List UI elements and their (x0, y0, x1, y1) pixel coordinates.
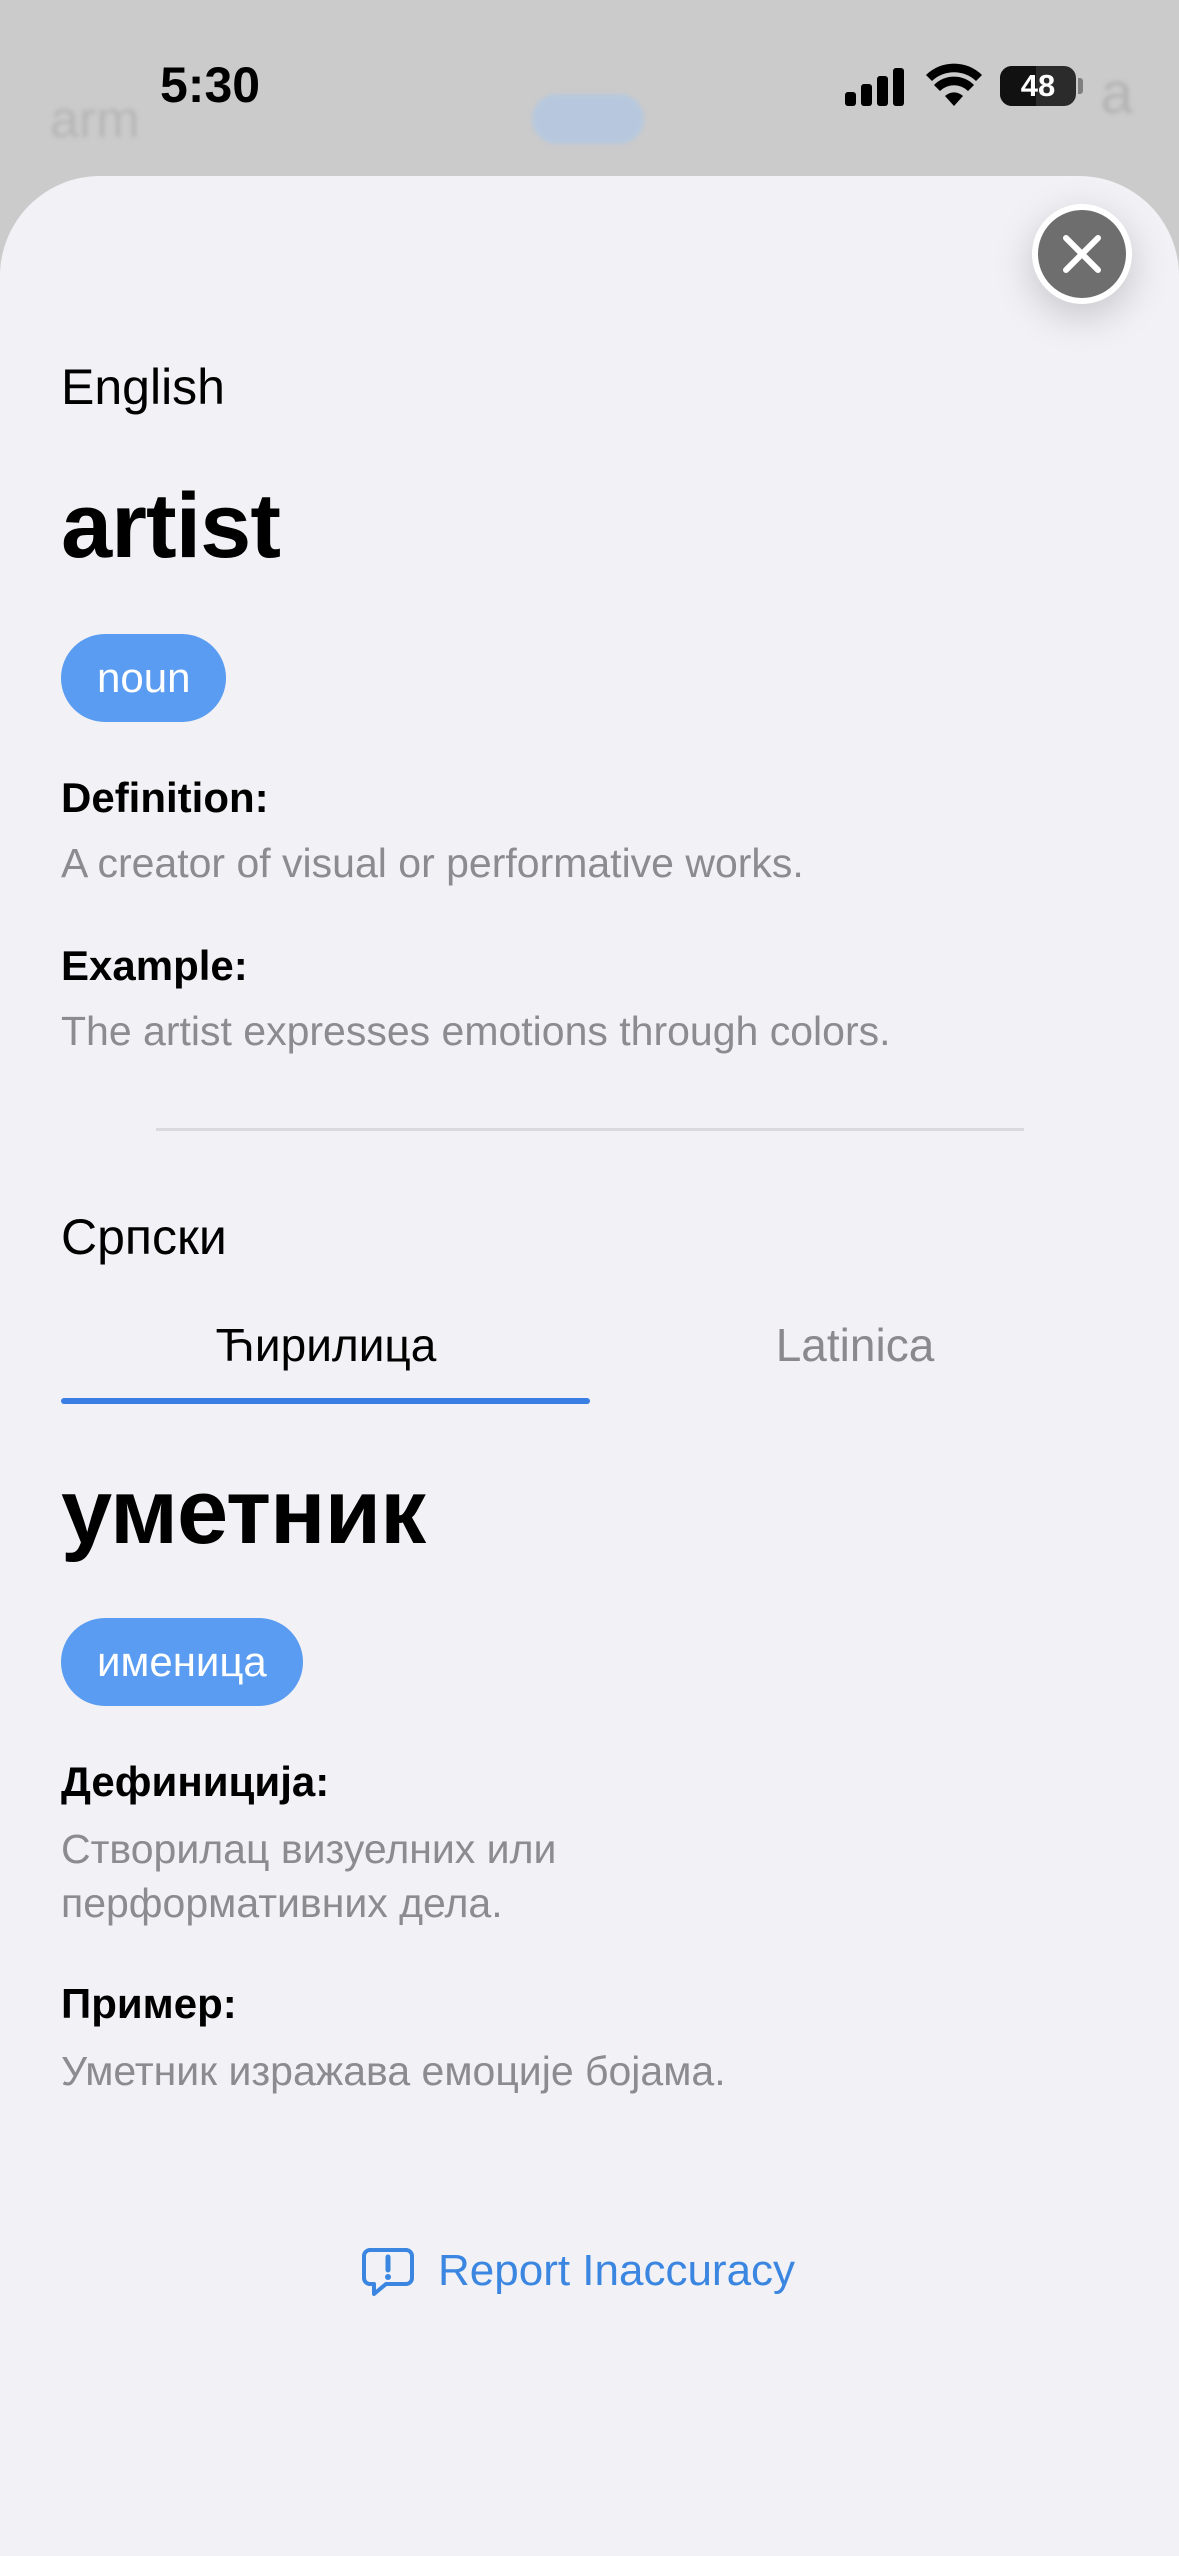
report-inaccuracy-label: Report Inaccuracy (438, 2246, 796, 2295)
serbian-definition-line-1: Створилац визуелних или (61, 1826, 557, 1872)
background-text: arm (50, 91, 140, 149)
serbian-example-label: Пример: (61, 1980, 237, 2027)
serbian-pos-badge: именица (61, 1618, 303, 1706)
serbian-word: уметник (61, 1461, 426, 1563)
close-button[interactable] (1032, 204, 1132, 304)
tab-latin[interactable]: Latinica (590, 1318, 1120, 1372)
tab-selection-indicator (61, 1398, 590, 1404)
serbian-definition-label: Дефиниција: (61, 1758, 330, 1805)
report-bubble-icon (362, 2248, 414, 2296)
english-language-label: English (61, 359, 225, 415)
english-definition-label: Definition: (61, 774, 269, 821)
close-icon (1063, 235, 1101, 273)
english-definition: A creator of visual or performative work… (61, 840, 804, 886)
serbian-definition-line-2: перформативних дела. (61, 1880, 503, 1926)
english-example: The artist expresses emotions through co… (61, 1008, 891, 1054)
cellular-signal-icon (845, 66, 907, 106)
status-time: 5:30 (160, 57, 261, 113)
serbian-example: Уметник изражава емоције бојама. (61, 2048, 726, 2094)
serbian-language-label: Српски (61, 1209, 227, 1265)
wifi-icon (926, 63, 982, 106)
tab-cyrillic[interactable]: Ћирилица (61, 1318, 591, 1372)
battery-percentage: 48 (1020, 68, 1056, 103)
background-text-right: a (1100, 61, 1133, 126)
english-pos-badge: noun (61, 634, 227, 722)
english-example-label: Example: (61, 942, 248, 989)
background-pill (532, 94, 644, 144)
battery-icon: 48 (1000, 66, 1076, 106)
english-word: artist (61, 475, 281, 577)
battery-nub (1078, 78, 1083, 94)
section-divider (156, 1128, 1024, 1131)
